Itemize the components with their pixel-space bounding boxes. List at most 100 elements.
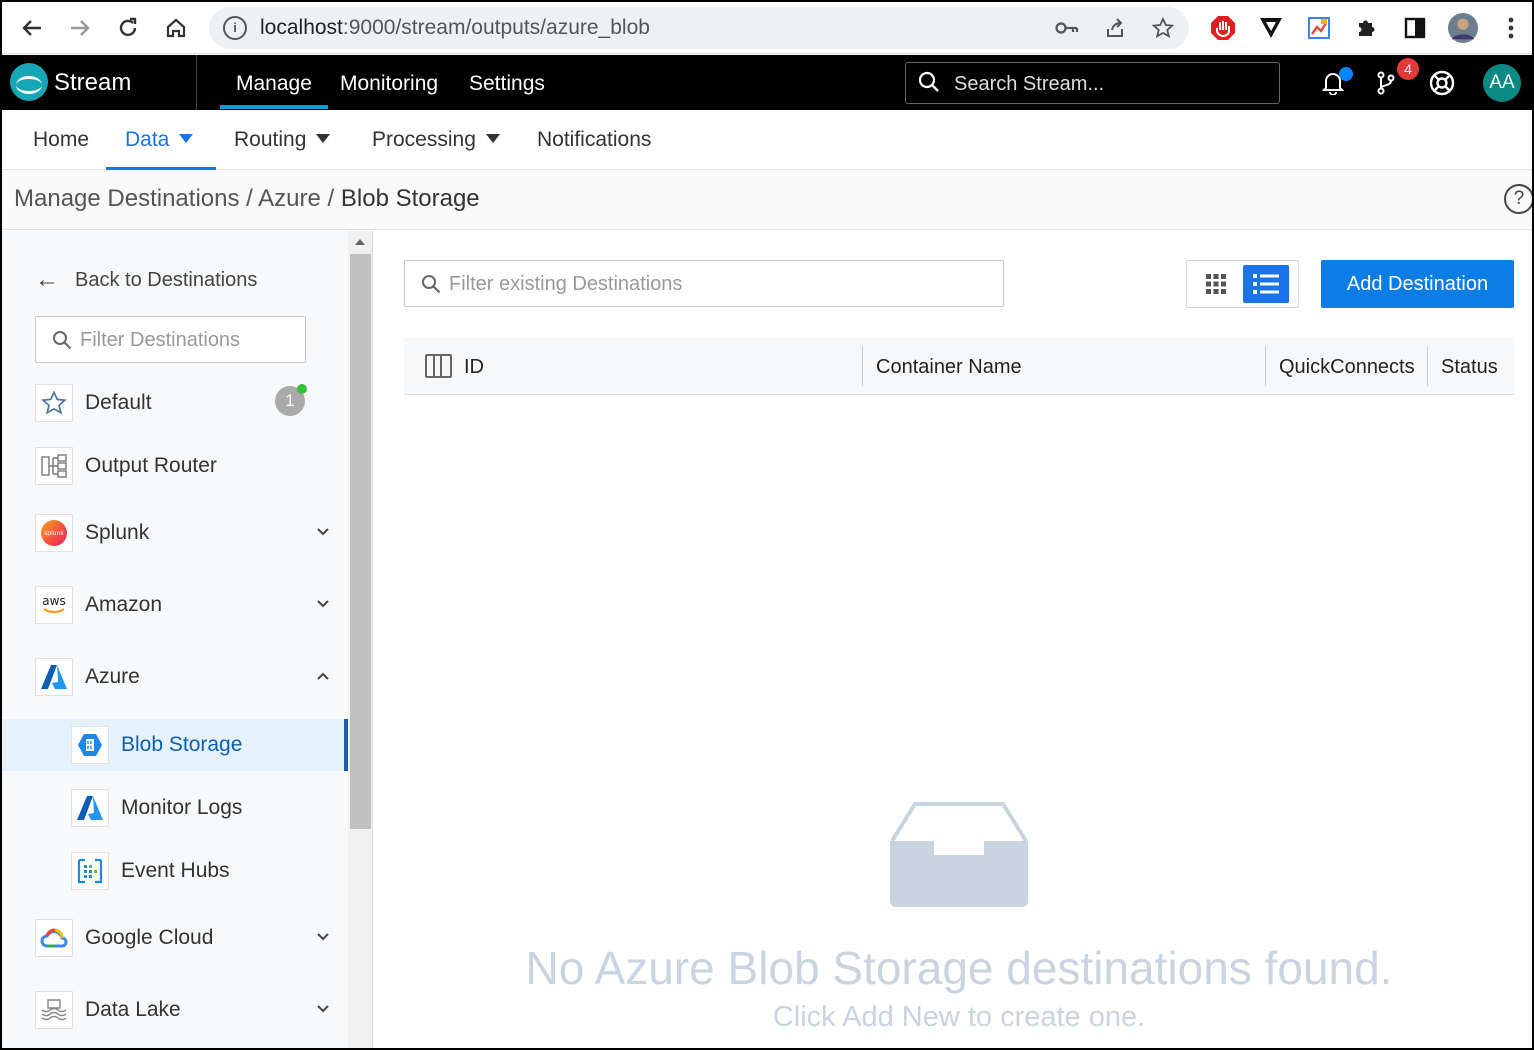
chevron-down-icon[interactable] bbox=[316, 521, 330, 542]
sidebar-item-event-hubs[interactable]: Event Hubs bbox=[2, 845, 348, 897]
sidebar-item-data-lake[interactable]: Data Lake bbox=[2, 984, 348, 1036]
sidebar-item-output-router[interactable]: Output Router bbox=[2, 440, 348, 492]
main-content: Add Destination ID Container Name QuickC… bbox=[374, 231, 1532, 1048]
grid-icon bbox=[1206, 274, 1226, 294]
subnav-home-label: Home bbox=[33, 128, 90, 151]
forward-arrow-icon[interactable] bbox=[64, 12, 96, 44]
help-lifebuoy-icon[interactable] bbox=[1426, 67, 1458, 99]
home-icon[interactable] bbox=[160, 12, 192, 44]
sidebar-scrollbar[interactable] bbox=[348, 231, 373, 1048]
sidebar-item-label: Amazon bbox=[85, 593, 163, 616]
data-lake-icon bbox=[35, 991, 73, 1029]
subnav-data[interactable]: Data bbox=[125, 128, 194, 152]
empty-state-subtitle: Click Add New to create one. bbox=[772, 1001, 1146, 1033]
sidebar-item-azure[interactable]: Azure bbox=[2, 651, 348, 703]
sidebar-item-label: Event Hubs bbox=[121, 859, 230, 882]
chevron-down-icon[interactable] bbox=[316, 926, 330, 947]
sidebar-item-google-cloud[interactable]: Google Cloud bbox=[2, 912, 348, 964]
header-divider bbox=[196, 55, 197, 110]
column-status[interactable]: Status bbox=[1441, 356, 1498, 379]
breadcrumb-separator: / bbox=[239, 185, 259, 212]
browser-toolbar: i localhost:9000/stream/outputs/azure_bl… bbox=[2, 2, 1532, 54]
sidebar-item-amazon[interactable]: aws Amazon bbox=[2, 579, 348, 631]
stream-logo-icon[interactable] bbox=[10, 63, 48, 101]
bookmark-star-icon[interactable] bbox=[1150, 15, 1176, 41]
breadcrumb-azure[interactable]: Azure bbox=[258, 185, 321, 212]
sidebar-filter-input[interactable] bbox=[80, 328, 295, 352]
empty-inbox-icon bbox=[890, 802, 1028, 907]
global-search[interactable] bbox=[905, 62, 1280, 104]
subnav-processing[interactable]: Processing bbox=[372, 128, 500, 152]
google-cloud-icon bbox=[35, 919, 73, 957]
topnav-settings[interactable]: Settings bbox=[469, 72, 545, 96]
back-to-destinations-link[interactable]: ← Back to Destinations bbox=[35, 265, 257, 293]
chevron-down-icon[interactable] bbox=[316, 593, 330, 614]
sidebar-item-monitor-logs[interactable]: Monitor Logs bbox=[2, 782, 348, 834]
global-search-input[interactable] bbox=[954, 71, 1264, 97]
kebab-menu-icon[interactable] bbox=[1496, 13, 1526, 43]
back-label: Back to Destinations bbox=[75, 269, 258, 291]
topnav-manage[interactable]: Manage bbox=[220, 72, 328, 109]
column-divider[interactable] bbox=[1265, 346, 1266, 386]
sidebar-item-splunk[interactable]: splunk Splunk bbox=[2, 507, 348, 559]
sidepanel-icon[interactable] bbox=[1400, 13, 1430, 43]
brand-name[interactable]: Stream bbox=[54, 69, 131, 97]
url-text[interactable]: localhost:9000/stream/outputs/azure_blob bbox=[260, 16, 650, 40]
sidebar-item-label: Google Cloud bbox=[85, 926, 214, 949]
scroll-up-arrow-icon[interactable] bbox=[355, 239, 365, 245]
caret-down-icon bbox=[485, 133, 500, 143]
destinations-filter[interactable] bbox=[404, 260, 1004, 307]
aws-icon: aws bbox=[35, 586, 73, 624]
subnav-notifications-label: Notifications bbox=[537, 128, 652, 151]
add-destination-button[interactable]: Add Destination bbox=[1321, 260, 1514, 308]
colorpick-icon[interactable] bbox=[1304, 13, 1334, 43]
scrollbar-thumb[interactable] bbox=[350, 254, 371, 829]
status-dot bbox=[297, 384, 307, 394]
column-container-name[interactable]: Container Name bbox=[876, 356, 1022, 379]
search-icon bbox=[918, 71, 939, 92]
column-divider[interactable] bbox=[1427, 346, 1428, 386]
profile-avatar[interactable] bbox=[1448, 13, 1478, 43]
breadcrumb-bar: Manage Destinations / Azure / Blob Stora… bbox=[2, 170, 1532, 230]
git-changes-badge: 4 bbox=[1397, 58, 1419, 80]
breadcrumb-manage-destinations[interactable]: Manage Destinations bbox=[14, 185, 239, 212]
adblock-icon[interactable] bbox=[1208, 13, 1238, 43]
subnav-home[interactable]: Home bbox=[33, 128, 89, 152]
puzzle-icon[interactable] bbox=[1352, 13, 1382, 43]
caret-down-icon bbox=[179, 133, 194, 143]
column-id[interactable]: ID bbox=[464, 356, 484, 379]
subnav-routing-label: Routing bbox=[234, 128, 307, 151]
reload-icon[interactable] bbox=[112, 12, 144, 44]
address-bar[interactable]: i localhost:9000/stream/outputs/azure_bl… bbox=[209, 7, 1189, 49]
sidebar-item-blob-storage[interactable]: Blob Storage bbox=[2, 719, 348, 771]
subnav-notifications[interactable]: Notifications bbox=[537, 128, 651, 152]
back-arrow-icon[interactable] bbox=[16, 12, 48, 44]
column-quickconnects[interactable]: QuickConnects bbox=[1279, 356, 1415, 379]
chevron-up-icon[interactable] bbox=[316, 665, 330, 686]
sidebar-filter[interactable] bbox=[35, 316, 306, 363]
azure-icon bbox=[35, 658, 73, 696]
user-avatar[interactable]: AA bbox=[1483, 64, 1521, 102]
destinations-sidebar: ← Back to Destinations Default 1 Output R… bbox=[2, 231, 348, 1048]
topnav-monitoring[interactable]: Monitoring bbox=[340, 72, 438, 96]
subnav-data-label: Data bbox=[125, 128, 170, 151]
chevron-down-icon[interactable] bbox=[316, 998, 330, 1019]
vivaldi-icon[interactable] bbox=[1256, 13, 1286, 43]
destinations-filter-input[interactable] bbox=[449, 272, 989, 296]
search-icon bbox=[422, 275, 441, 294]
columns-icon[interactable] bbox=[425, 354, 452, 378]
table-header: ID Container Name QuickConnects Status bbox=[404, 338, 1514, 395]
share-icon[interactable] bbox=[1102, 15, 1128, 41]
sidebar-item-default[interactable]: Default 1 bbox=[2, 377, 348, 429]
breadcrumb-separator: / bbox=[320, 185, 341, 212]
star-icon bbox=[35, 384, 73, 422]
sidebar-item-label: Blob Storage bbox=[121, 733, 243, 756]
site-info-icon[interactable]: i bbox=[223, 16, 247, 40]
grid-view-button[interactable] bbox=[1193, 265, 1239, 303]
subnav-routing[interactable]: Routing bbox=[234, 128, 331, 152]
help-question-icon[interactable]: ? bbox=[1504, 184, 1532, 214]
column-divider[interactable] bbox=[862, 346, 863, 386]
svg-text:aws: aws bbox=[42, 594, 65, 608]
list-view-button[interactable] bbox=[1243, 265, 1289, 303]
key-icon[interactable] bbox=[1054, 15, 1080, 41]
